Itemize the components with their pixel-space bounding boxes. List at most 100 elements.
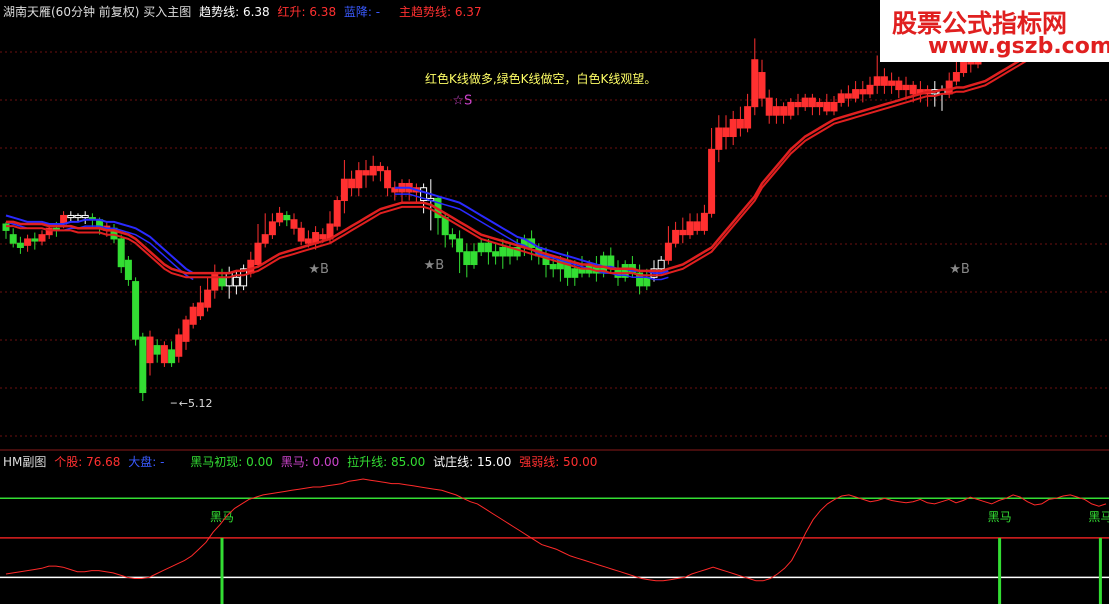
candle-body xyxy=(549,264,557,270)
candle-body xyxy=(715,127,723,150)
sub-title: HM副图 xyxy=(3,455,47,469)
candle-body xyxy=(290,219,298,229)
candle-body xyxy=(484,242,492,253)
candle-body xyxy=(895,80,903,91)
candle-body xyxy=(909,84,917,95)
blue-fall-value: 蓝降: - xyxy=(343,5,381,19)
candle-body xyxy=(470,251,478,266)
candle-body xyxy=(477,242,485,253)
candle-body xyxy=(664,242,672,261)
candle-body xyxy=(38,234,46,242)
pull-up-value: 拉升线: 85.00 xyxy=(347,455,426,469)
candle-body xyxy=(708,148,716,214)
candle-body xyxy=(945,80,953,95)
black-horse-first-value: 黑马初现: 0.00 xyxy=(190,455,273,469)
candle-body xyxy=(74,214,82,219)
market-value: 大盘: - xyxy=(128,455,165,469)
candle-body xyxy=(124,259,132,280)
candle-body xyxy=(463,251,471,266)
candle-body xyxy=(744,106,752,129)
candle-body xyxy=(801,97,809,108)
candle-body xyxy=(362,170,370,176)
candle-body xyxy=(772,106,780,116)
stock-value: 个股: 76.68 xyxy=(54,455,121,469)
candle-body xyxy=(196,302,204,317)
candle-body xyxy=(700,212,708,231)
candle-body xyxy=(153,345,161,355)
buy-star-marker: ★B xyxy=(949,262,970,277)
candle-body xyxy=(672,229,680,244)
candle-body xyxy=(837,93,845,103)
candle-body xyxy=(31,238,39,242)
candle-body xyxy=(830,101,838,112)
candle-body xyxy=(873,76,881,86)
candle-body xyxy=(304,238,312,244)
candle-body xyxy=(448,234,456,240)
main-header: 湖南天雁(60分钟 前复权) 买入主图 趋势线: 6.38 红升: 6.38 蓝… xyxy=(3,5,384,19)
candle-body xyxy=(168,349,176,364)
candle-body xyxy=(81,214,89,219)
candle-body xyxy=(182,319,190,342)
test-line-value: 试庄线: 15.00 xyxy=(433,455,512,469)
candle-body xyxy=(729,118,737,138)
candle-body xyxy=(679,229,687,236)
low-price-label: ←5.12 xyxy=(179,397,213,410)
candle-body xyxy=(852,89,860,99)
black-horse-value: 黑马: 0.00 xyxy=(280,455,340,469)
main-title: 湖南天雁(60分钟 前复权) 买入主图 xyxy=(3,5,192,19)
candle-body xyxy=(787,101,795,116)
candle-body xyxy=(254,242,262,266)
buy-star-marker: ★B xyxy=(308,262,329,277)
candle-body xyxy=(204,289,212,308)
candle-body xyxy=(340,178,348,202)
candle-body xyxy=(693,221,701,231)
candle-body xyxy=(657,259,665,270)
candle-body xyxy=(348,178,356,189)
main-trend-value: 主趋势线: 6.37 xyxy=(399,5,482,19)
candle-body xyxy=(225,272,233,287)
candle-body xyxy=(751,59,759,108)
sell-star-marker: ☆S xyxy=(452,94,472,109)
candle-body xyxy=(333,200,341,227)
candle-body xyxy=(456,238,464,253)
candle-body xyxy=(297,227,305,242)
candle-body xyxy=(808,97,816,108)
candle-body xyxy=(780,106,788,116)
candle-body xyxy=(16,242,24,248)
sub-header: HM副图 个股: 76.68 大盘: - 黑马初现: 0.00 黑马: 0.00… xyxy=(3,455,601,469)
candle-body xyxy=(355,170,363,189)
candle-body xyxy=(9,234,17,244)
chart-canvas[interactable]: ☆S☆S☆S☆S★B★B★B←5.126.00黑马黑马黑马黑马! xyxy=(0,0,1109,604)
buy-star-marker: ★B xyxy=(424,258,445,273)
candle-body xyxy=(758,72,766,99)
candle-body xyxy=(24,238,32,246)
candle-body xyxy=(384,170,392,189)
candle-body xyxy=(952,72,960,82)
candle-body xyxy=(261,234,269,244)
candle-body xyxy=(175,334,183,357)
candle-body xyxy=(816,101,824,108)
trend-line-value: 趋势线: 6.38 xyxy=(199,5,270,19)
candle-body xyxy=(880,76,888,86)
candle-body xyxy=(276,212,284,223)
candle-body xyxy=(499,246,507,257)
candle-body xyxy=(139,336,147,394)
candle-body xyxy=(736,118,744,129)
candle-body xyxy=(571,268,579,278)
candle-body xyxy=(902,84,910,91)
stock-strength-line xyxy=(5,478,1107,582)
candle-body xyxy=(823,101,831,112)
candle-body xyxy=(218,276,226,287)
candle-body xyxy=(441,217,449,236)
candle-body xyxy=(369,165,377,176)
candle-body xyxy=(232,276,240,287)
candle-body xyxy=(189,306,197,325)
candle-body xyxy=(888,80,896,86)
candle-body xyxy=(146,336,154,364)
watermark-url: www.gszb.com xyxy=(928,34,1109,59)
candle-body xyxy=(722,127,730,138)
signal-note: 红色K线做多,绿色K线做空，白色K线观望。 xyxy=(425,72,657,86)
watermark-logo: 股票公式指标网 www.gszb.com xyxy=(880,0,1109,62)
chart-window: ☆S☆S☆S☆S★B★B★B←5.126.00黑马黑马黑马黑马! 湖南天雁(60… xyxy=(0,0,1109,604)
candle-body xyxy=(765,97,773,116)
